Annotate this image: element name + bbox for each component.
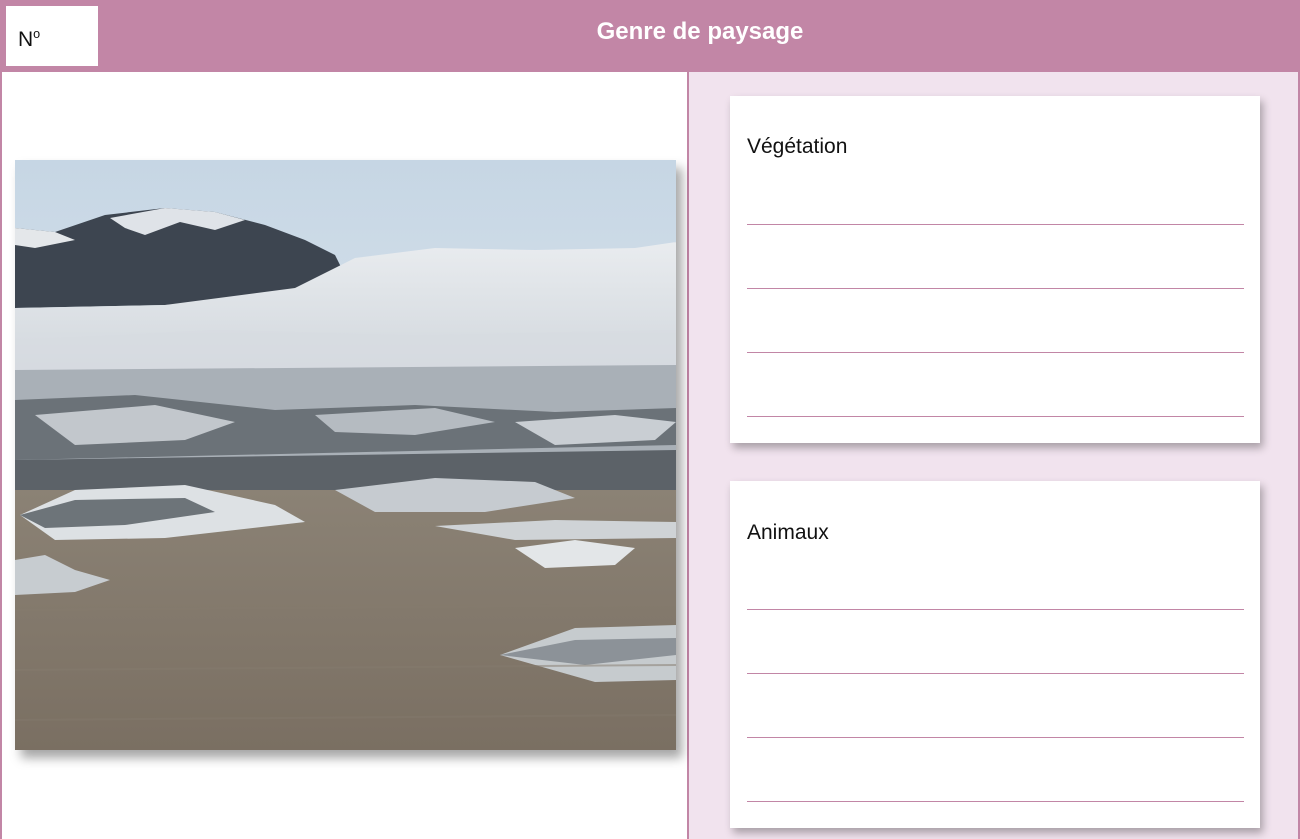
vegetation-card: Végétation (730, 96, 1260, 443)
writing-line[interactable] (747, 288, 1244, 289)
landscape-photo (15, 160, 676, 750)
writing-line[interactable] (747, 737, 1244, 738)
writing-line[interactable] (747, 416, 1244, 417)
glacier-landscape-photo (15, 160, 676, 750)
writing-line[interactable] (747, 224, 1244, 225)
header-bar: No Genre de paysage (0, 0, 1300, 72)
number-box[interactable]: No (6, 6, 98, 66)
page-title: Genre de paysage (596, 18, 804, 45)
writing-line[interactable] (747, 352, 1244, 353)
worksheet: No Genre de paysage Végétation Animaux (0, 0, 1300, 839)
animals-card: Animaux (730, 481, 1260, 828)
writing-line[interactable] (747, 673, 1244, 674)
writing-line[interactable] (747, 609, 1244, 610)
number-label: No (18, 27, 41, 51)
animals-label: Animaux (747, 521, 829, 544)
vegetation-label: Végétation (747, 135, 848, 158)
writing-line[interactable] (747, 801, 1244, 802)
